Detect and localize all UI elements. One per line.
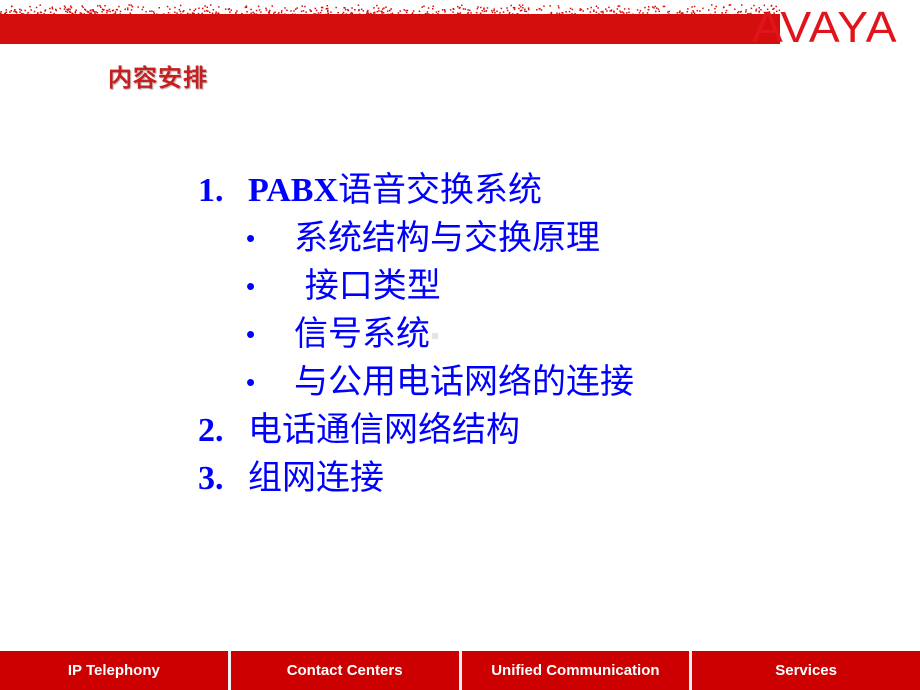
outline-number: 1.	[198, 172, 224, 209]
sub-item-text: 与公用电话网络的连接	[294, 362, 634, 402]
sub-item-text: 信号系统	[294, 314, 430, 354]
outline-text: 组网连接	[248, 458, 384, 498]
outline-text: 语音交换系统	[338, 170, 543, 210]
sub-item-text: 接口类型	[294, 266, 441, 306]
section-title: 内容安排	[108, 63, 208, 92]
bullet-icon: •	[246, 367, 256, 397]
bullet-icon: •	[246, 223, 256, 253]
footer-nav: IP Telephony Contact Centers Unified Com…	[0, 651, 920, 690]
outline-item-3: 3. 组网连接	[198, 454, 634, 502]
render-artifact	[432, 332, 438, 339]
outline-item-2: 2. 电话通信网络结构	[198, 406, 634, 454]
sub-item: • 与公用电话网络的连接	[198, 358, 634, 406]
sub-item: • 接口类型	[198, 262, 634, 310]
sub-item: • 系统结构与交换原理	[198, 214, 634, 262]
outline-number: 3.	[198, 460, 224, 497]
sub-item-text: 系统结构与交换原理	[294, 218, 600, 258]
sub-item: • 信号系统	[198, 310, 634, 358]
footer-link-services[interactable]: Services	[692, 651, 920, 690]
footer-link-contact-centers[interactable]: Contact Centers	[230, 651, 459, 690]
footer-link-unified-communication[interactable]: Unified Communication	[461, 651, 690, 690]
top-banner: AVAYA	[0, 0, 920, 60]
avaya-logo: AVAYA	[752, 3, 898, 52]
outline: 1. PABX语音交换系统 • 系统结构与交换原理 • 接口类型 • 信号系统 • 与公…	[198, 166, 634, 502]
bullet-icon: •	[246, 271, 256, 301]
banner-bar	[0, 14, 780, 44]
outline-text: 电话通信网络结构	[248, 410, 520, 450]
outline-latin-prefix: PABX	[248, 172, 339, 209]
outline-number: 2.	[198, 412, 224, 449]
bullet-icon: •	[246, 319, 256, 349]
footer-link-ip-telephony[interactable]: IP Telephony	[0, 651, 228, 690]
outline-item-1: 1. PABX语音交换系统	[198, 166, 634, 214]
